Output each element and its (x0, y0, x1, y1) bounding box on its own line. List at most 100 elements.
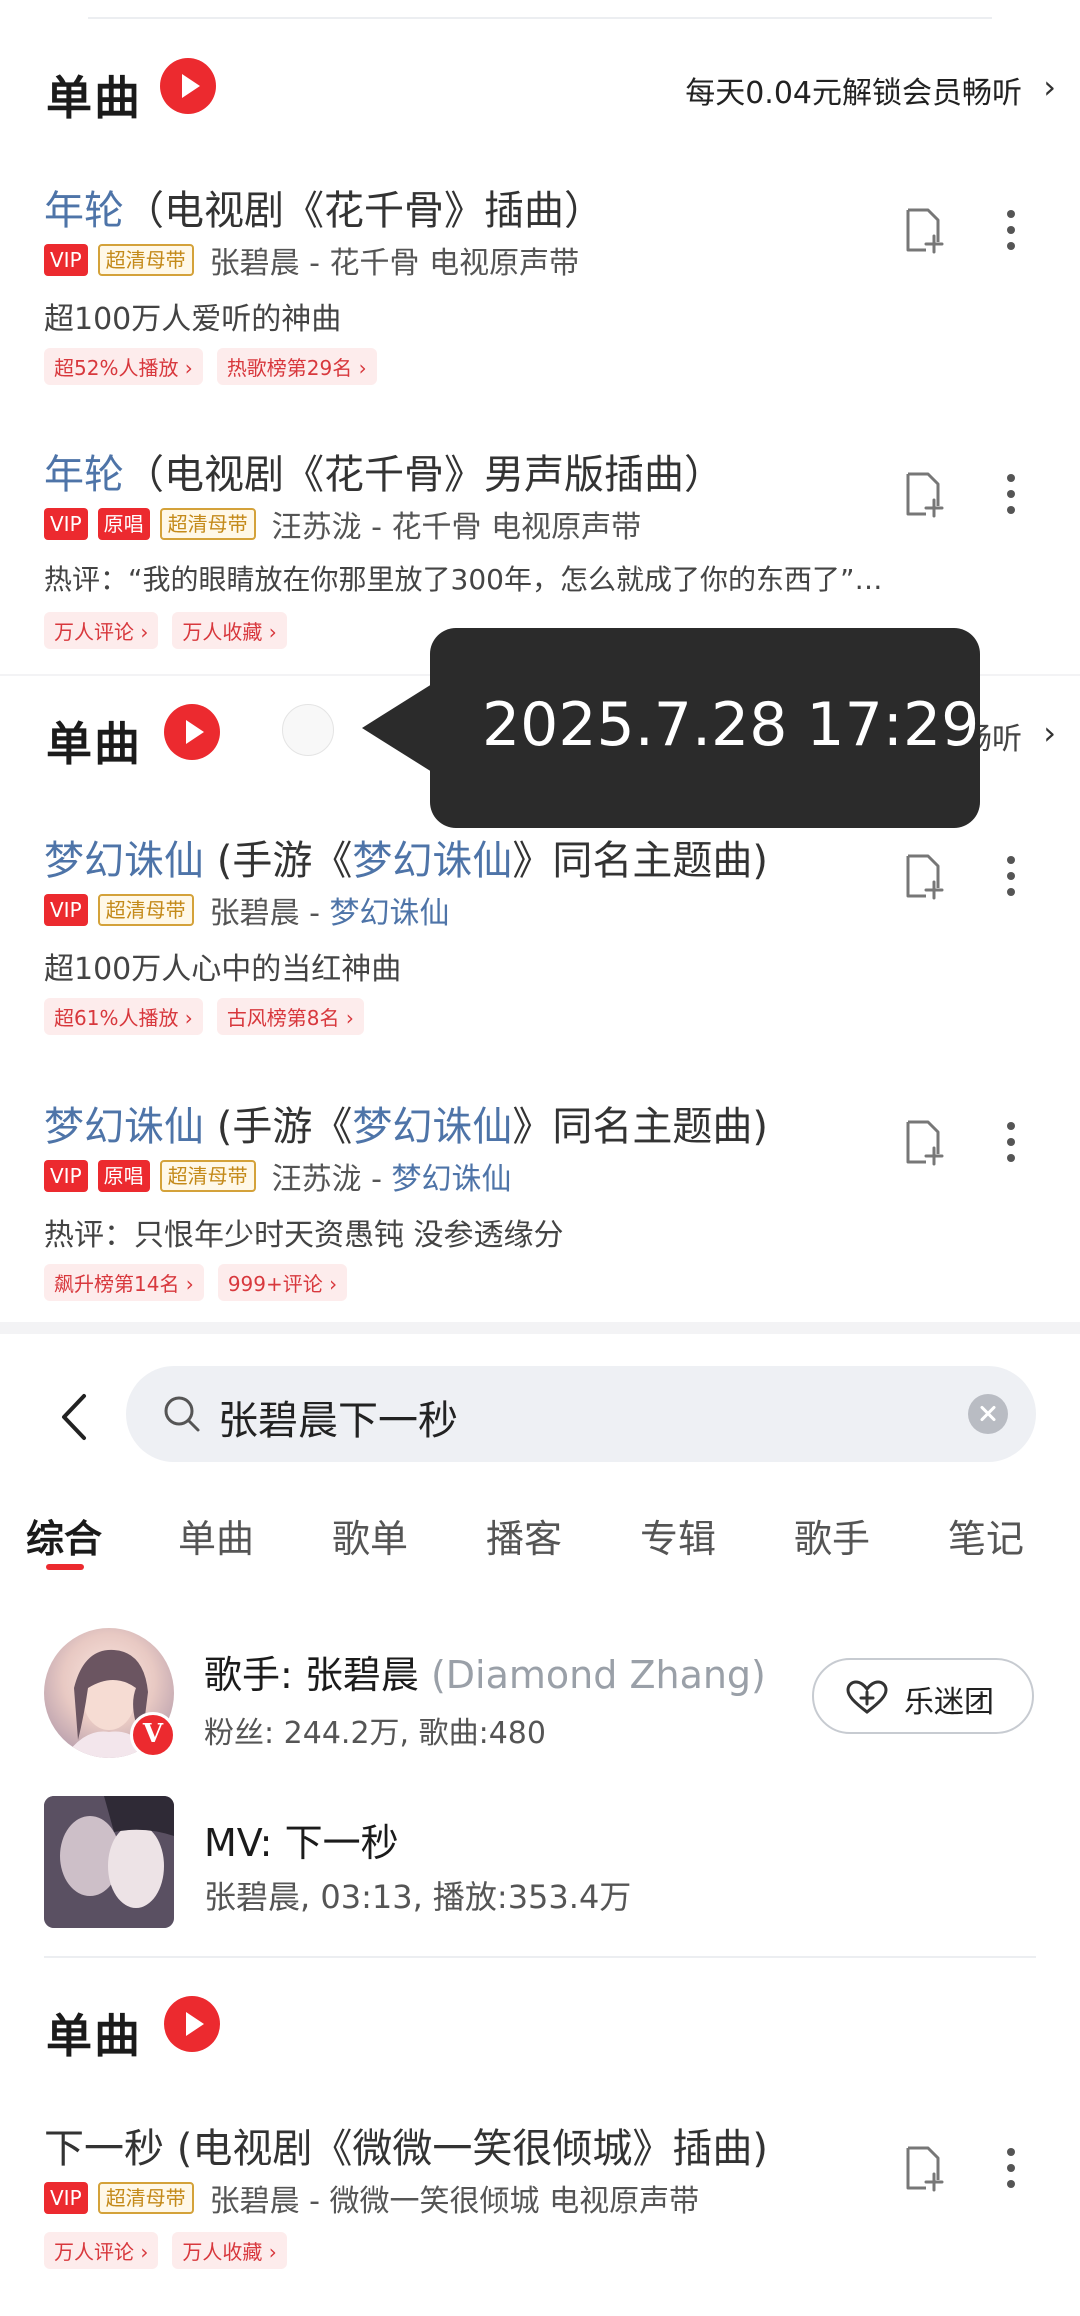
chip[interactable]: 万人收藏 › (172, 612, 287, 649)
timestamp-text: 2025.7.28 17:29 (482, 690, 980, 760)
search-query: 张碧晨下一秒 (218, 1398, 458, 1444)
chip[interactable]: 古风榜第8名 › (216, 998, 364, 1035)
hq-master-badge: 超清母带 (97, 894, 194, 926)
panel-separator (0, 1322, 1080, 1334)
fan-club-button[interactable]: 乐迷团 (812, 1658, 1034, 1734)
more-icon[interactable] (1004, 2140, 1018, 2196)
mv-result[interactable]: MV: 下一秒 张碧晨, 03:13, 播放:353.4万 (0, 1796, 1080, 1936)
song-chips: 超61%人播放 › 古风榜第8名 › (44, 998, 364, 1035)
panel-first-screenshot: 单曲 每天0.04元解锁会员畅听 › 年轮（电视剧《花千骨》插曲） VIP 超清… (0, 0, 1080, 676)
chip[interactable]: 热歌榜第29名 › (216, 348, 377, 385)
tab-playlists[interactable]: 歌单 (332, 1508, 408, 1563)
more-icon[interactable] (1004, 466, 1018, 522)
add-to-playlist-icon[interactable] (898, 2140, 950, 2196)
tab-songs[interactable]: 单曲 (178, 1508, 254, 1563)
artist-album: 张碧晨 - 花千骨 电视原声带 (209, 246, 580, 281)
fan-club-label: 乐迷团 (904, 1685, 994, 1720)
mv-thumbnail (44, 1796, 174, 1928)
chip[interactable]: 万人评论 › (44, 2232, 159, 2269)
vip-badge: VIP (44, 244, 88, 276)
section-header: 单曲 (0, 1996, 1080, 2066)
hq-master-badge: 超清母带 (159, 1160, 256, 1192)
section-header: 单曲 每天0.04元解锁会员畅听 › (0, 58, 1080, 128)
song-chips: 万人评论 › 万人收藏 › (44, 612, 287, 649)
tab-artists[interactable]: 歌手 (794, 1508, 870, 1563)
artist-album: 张碧晨 - 梦幻诛仙 (209, 896, 450, 931)
song-title: 年轮（电视剧《花千骨》插曲） (44, 188, 604, 234)
song-description: 超100万人心中的当红神曲 (44, 952, 402, 987)
hq-master-badge: 超清母带 (97, 2182, 194, 2214)
add-to-playlist-icon[interactable] (898, 848, 950, 904)
search-bar: 张碧晨下一秒 (0, 1360, 1080, 1470)
divider (88, 17, 992, 19)
song-description: 热评：只恨年少时天资愚钝 没参透缘分 (44, 1218, 564, 1253)
hq-master-badge: 超清母带 (159, 508, 256, 540)
song-chips: 飙升榜第14名 › 999+评论 › (44, 1264, 348, 1301)
song-tags: VIP 超清母带 张碧晨 - 梦幻诛仙 (44, 892, 450, 931)
search-input[interactable]: 张碧晨下一秒 (126, 1366, 1036, 1462)
song-description: 热评：“我的眼睛放在你那里放了300年，怎么就成了你的东西了”… (44, 563, 883, 596)
add-to-playlist-icon[interactable] (898, 202, 950, 258)
song-chips: 超52%人播放 › 热歌榜第29名 › (44, 348, 377, 385)
chip[interactable]: 飙升榜第14名 › (44, 1264, 204, 1301)
song-tags: VIP 原唱 超清母带 汪苏泷 - 花千骨 电视原声带 (44, 506, 641, 545)
original-badge: 原唱 (97, 508, 150, 540)
artist-meta: 粉丝: 244.2万, 歌曲:480 (204, 1716, 546, 1751)
timestamp-overlay: 2025.7.28 17:29 (362, 628, 980, 828)
artist-album: 汪苏泷 - 梦幻诛仙 (271, 1162, 512, 1197)
vip-badge: VIP (44, 894, 88, 926)
add-to-playlist-icon[interactable] (898, 1114, 950, 1170)
song-tags: VIP 超清母带 张碧晨 - 花千骨 电视原声带 (44, 242, 579, 281)
mv-title: MV: 下一秒 (204, 1821, 399, 1865)
search-tabs: 综合 单曲 歌单 播客 专辑 歌手 笔记 (0, 1500, 1080, 1580)
section-title: 单曲 (46, 71, 142, 125)
white-dot (282, 704, 334, 756)
song-title: 年轮（电视剧《花千骨》男声版插曲） (44, 452, 724, 498)
artist-album: 张碧晨 - 微微一笑很倾城 电视原声带 (209, 2184, 700, 2219)
more-icon[interactable] (1004, 848, 1018, 904)
chevron-right-icon: › (1043, 68, 1056, 106)
artist-name: 歌手: 张碧晨 (Diamond Zhang) (204, 1653, 766, 1697)
chip[interactable]: 超52%人播放 › (44, 348, 203, 385)
vip-badge: VIP (44, 2182, 88, 2214)
search-icon (164, 1396, 200, 1432)
divider (44, 1956, 1036, 1958)
song-title: 下一秒 (电视剧《微微一笑很倾城》插曲) (44, 2126, 768, 2172)
song-tags: VIP 原唱 超清母带 汪苏泷 - 梦幻诛仙 (44, 1158, 512, 1197)
song-tags: VIP 超清母带 张碧晨 - 微微一笑很倾城 电视原声带 (44, 2180, 699, 2219)
mv-meta: 张碧晨, 03:13, 播放:353.4万 (204, 1878, 632, 1916)
active-tab-indicator (46, 1564, 84, 1570)
hq-master-badge: 超清母带 (97, 244, 194, 276)
song-title: 梦幻诛仙 (手游《梦幻诛仙》同名主题曲) (44, 838, 768, 884)
tab-all[interactable]: 综合 (26, 1508, 102, 1563)
clear-icon[interactable] (968, 1394, 1008, 1434)
chip[interactable]: 超61%人播放 › (44, 998, 203, 1035)
song-description: 超100万人爱听的神曲 (44, 302, 342, 337)
verified-badge-icon: V (130, 1712, 176, 1758)
chip[interactable]: 万人评论 › (44, 612, 159, 649)
tab-notes[interactable]: 笔记 (948, 1508, 1024, 1563)
section-title: 单曲 (46, 2009, 142, 2063)
fan-club-icon (846, 1680, 888, 1714)
song-title: 梦幻诛仙 (手游《梦幻诛仙》同名主题曲) (44, 1104, 768, 1150)
back-arrow-icon[interactable] (54, 1392, 94, 1442)
song-chips: 万人评论 › 万人收藏 › (44, 2232, 287, 2269)
artist-album: 汪苏泷 - 花千骨 电视原声带 (271, 510, 642, 545)
section-title: 单曲 (46, 717, 142, 771)
add-to-playlist-icon[interactable] (898, 466, 950, 522)
artist-result[interactable]: V 歌手: 张碧晨 (Diamond Zhang) 粉丝: 244.2万, 歌曲… (0, 1620, 1080, 1760)
play-all-icon[interactable] (164, 1996, 220, 2052)
vip-badge: VIP (44, 1160, 88, 1192)
chevron-right-icon: › (1043, 714, 1056, 752)
more-icon[interactable] (1004, 1114, 1018, 1170)
chip[interactable]: 万人收藏 › (172, 2232, 287, 2269)
original-badge: 原唱 (97, 1160, 150, 1192)
tab-podcasts[interactable]: 播客 (486, 1508, 562, 1563)
chip[interactable]: 999+评论 › (217, 1264, 348, 1301)
play-all-icon[interactable] (160, 58, 216, 114)
play-all-icon[interactable] (164, 704, 220, 760)
vip-badge: VIP (44, 508, 88, 540)
more-icon[interactable] (1004, 202, 1018, 258)
vip-promo-link[interactable]: 每天0.04元解锁会员畅听 (685, 68, 1022, 112)
tab-albums[interactable]: 专辑 (640, 1508, 716, 1563)
